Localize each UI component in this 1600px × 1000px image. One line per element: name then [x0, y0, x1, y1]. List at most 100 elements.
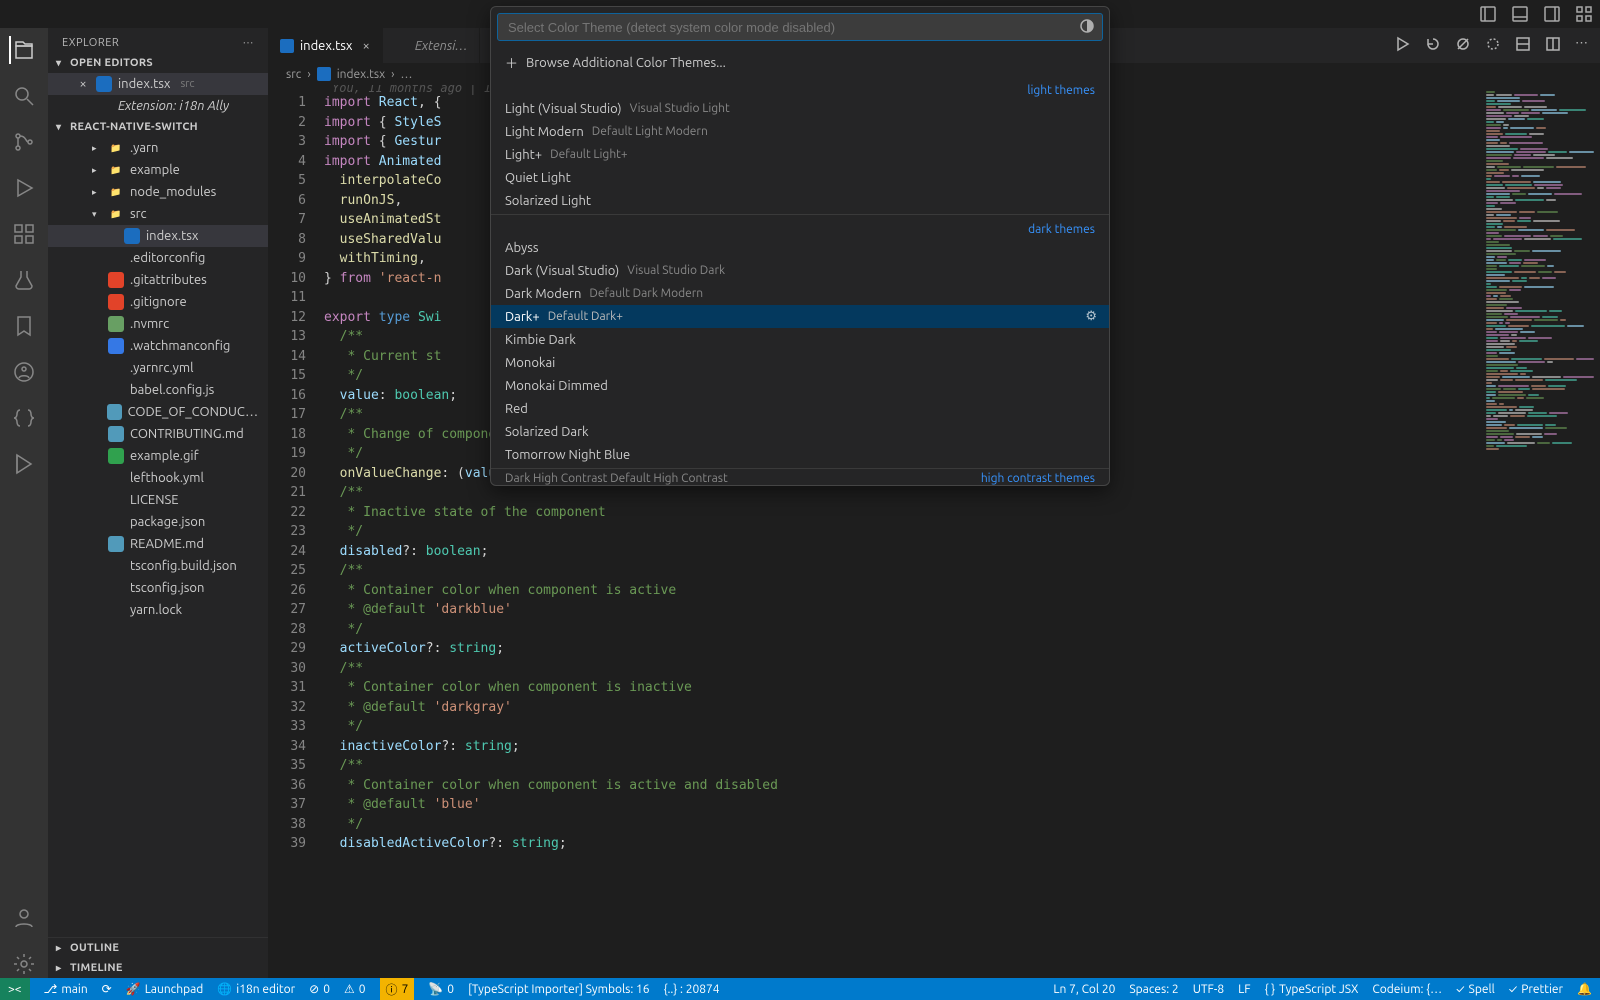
file-item[interactable]: CODE_OF_CONDUCT.md: [48, 401, 268, 423]
outline-section[interactable]: OUTLINE: [48, 938, 268, 958]
json-icon[interactable]: [10, 404, 38, 432]
status-i18n[interactable]: 🌐i18n editor: [217, 982, 295, 996]
theme-item[interactable]: Solarized Light: [491, 189, 1109, 212]
theme-item[interactable]: Light+Default Light+: [491, 143, 1109, 166]
file-item[interactable]: .watchmanconfig: [48, 335, 268, 357]
status-launchpad[interactable]: 🚀Launchpad: [126, 982, 204, 996]
customize-layout-icon[interactable]: [1576, 6, 1592, 22]
theme-item[interactable]: Monokai: [491, 351, 1109, 374]
file-item[interactable]: tsconfig.build.json: [48, 555, 268, 577]
file-item[interactable]: .nvmrc: [48, 313, 268, 335]
status-eol[interactable]: LF: [1238, 983, 1250, 996]
status-spell[interactable]: ✓Spell: [1456, 983, 1495, 996]
timeline-section[interactable]: TIMELINE: [48, 958, 268, 978]
file-item[interactable]: CONTRIBUTING.md: [48, 423, 268, 445]
history-icon[interactable]: [1425, 36, 1441, 55]
breadcrumb-item[interactable]: src: [286, 68, 301, 81]
explorer-icon[interactable]: [9, 36, 37, 64]
scm-icon[interactable]: [10, 128, 38, 156]
theme-mode-icon[interactable]: [1079, 18, 1095, 34]
split-down-icon[interactable]: [1515, 36, 1531, 55]
status-spaces[interactable]: Spaces: 2: [1129, 983, 1178, 996]
theme-item[interactable]: Quiet Light: [491, 166, 1109, 189]
folder-item[interactable]: ▸📁.yarn: [48, 137, 268, 159]
file-item[interactable]: babel.config.js: [48, 379, 268, 401]
theme-item-label[interactable]: Dark High Contrast: [505, 472, 607, 485]
explorer-more-icon[interactable]: ⋯: [243, 36, 255, 49]
theme-item[interactable]: Monokai Dimmed: [491, 374, 1109, 397]
status-lang[interactable]: { }TypeScript JSX: [1265, 983, 1359, 996]
file-item[interactable]: yarn.lock: [48, 599, 268, 621]
layout-secondary-icon[interactable]: [1544, 6, 1560, 22]
file-item[interactable]: index.tsx: [48, 225, 268, 247]
status-prettier[interactable]: ✓Prettier: [1509, 983, 1563, 996]
file-item[interactable]: .gitignore: [48, 291, 268, 313]
status-ports[interactable]: 📡0: [428, 982, 454, 996]
folder-item[interactable]: ▸📁example: [48, 159, 268, 181]
close-tab-icon[interactable]: ×: [362, 39, 369, 53]
breadcrumb-item[interactable]: index.tsx: [337, 68, 385, 81]
file-item[interactable]: tsconfig.json: [48, 577, 268, 599]
file-item[interactable]: .editorconfig: [48, 247, 268, 269]
diff-icon[interactable]: [1485, 36, 1501, 55]
status-enc[interactable]: UTF-8: [1193, 983, 1224, 996]
bookmarks-icon[interactable]: [10, 312, 38, 340]
theme-search-input[interactable]: [497, 13, 1103, 41]
status-errors[interactable]: ⊘0: [309, 982, 330, 996]
run-debug-icon[interactable]: [10, 174, 38, 202]
test-icon[interactable]: [10, 266, 38, 294]
open-editor-item[interactable]: Extension: i18n Ally: [48, 95, 268, 117]
file-item[interactable]: LICENSE: [48, 489, 268, 511]
theme-item[interactable]: Kimbie Dark: [491, 328, 1109, 351]
folder-item[interactable]: ▾📁src: [48, 203, 268, 225]
theme-item[interactable]: Solarized Dark: [491, 420, 1109, 443]
theme-item[interactable]: Light (Visual Studio)Visual Studio Light: [491, 97, 1109, 120]
file-item[interactable]: lefthook.yml: [48, 467, 268, 489]
folder-item[interactable]: ▸📁node_modules: [48, 181, 268, 203]
layout-primary-icon[interactable]: [1480, 6, 1496, 22]
status-remote[interactable]: ><: [0, 978, 30, 1000]
compare-icon[interactable]: [1455, 36, 1471, 55]
open-editors-section[interactable]: OPEN EDITORS: [48, 53, 268, 73]
file-item[interactable]: README.md: [48, 533, 268, 555]
extensions-icon[interactable]: [10, 220, 38, 248]
project-section[interactable]: REACT-NATIVE-SWITCH: [48, 117, 268, 137]
live-share-icon[interactable]: [10, 358, 38, 386]
theme-item[interactable]: Dark ModernDefault Dark Modern: [491, 282, 1109, 305]
file-item[interactable]: .gitattributes: [48, 269, 268, 291]
file-item[interactable]: example.gif: [48, 445, 268, 467]
theme-item[interactable]: Tomorrow Night Blue: [491, 443, 1109, 466]
editor-tab[interactable]: index.tsx×: [268, 28, 383, 63]
status-warnings[interactable]: ⚠0: [344, 982, 366, 996]
status-info[interactable]: ⓘ7: [380, 978, 415, 1000]
settings-icon[interactable]: [10, 950, 38, 978]
split-icon[interactable]: [1545, 36, 1561, 55]
theme-item[interactable]: Abyss: [491, 236, 1109, 259]
status-sync[interactable]: ⟳: [102, 982, 112, 996]
status-tssymbols[interactable]: [TypeScript Importer] Symbols: 16: [468, 983, 650, 996]
status-bell[interactable]: 🔔: [1577, 982, 1592, 996]
file-tree[interactable]: ▸📁.yarn▸📁example▸📁node_modules▾📁srcindex…: [48, 137, 268, 937]
status-codeium[interactable]: Codeium: {…: [1372, 983, 1442, 996]
layout-panel-icon[interactable]: [1512, 6, 1528, 22]
file-item[interactable]: .yarnrc.yml: [48, 357, 268, 379]
theme-item[interactable]: Dark (Visual Studio)Visual Studio Dark: [491, 259, 1109, 282]
theme-item[interactable]: Red: [491, 397, 1109, 420]
file-item[interactable]: package.json: [48, 511, 268, 533]
status-braces[interactable]: {..} : 20874: [664, 983, 720, 996]
minimap[interactable]: [1480, 85, 1600, 978]
theme-item[interactable]: Dark+Default Dark+⚙: [491, 305, 1109, 328]
gear-icon[interactable]: ⚙: [1085, 309, 1097, 324]
more-icon[interactable]: ⋯: [1575, 36, 1588, 55]
close-icon[interactable]: ×: [76, 77, 90, 91]
run-icon[interactable]: [1395, 36, 1411, 55]
open-editor-item[interactable]: ×index.tsxsrc: [48, 73, 268, 95]
browse-themes-button[interactable]: ＋ Browse Additional Color Themes...: [491, 47, 1109, 78]
status-branch[interactable]: ⎇main: [44, 982, 88, 996]
debug-alt-icon[interactable]: [10, 450, 38, 478]
editor-tab[interactable]: Extensi…: [383, 28, 481, 63]
account-icon[interactable]: [10, 904, 38, 932]
theme-item[interactable]: Light ModernDefault Light Modern: [491, 120, 1109, 143]
search-icon[interactable]: [10, 82, 38, 110]
status-cursor[interactable]: Ln 7, Col 20: [1053, 983, 1115, 996]
